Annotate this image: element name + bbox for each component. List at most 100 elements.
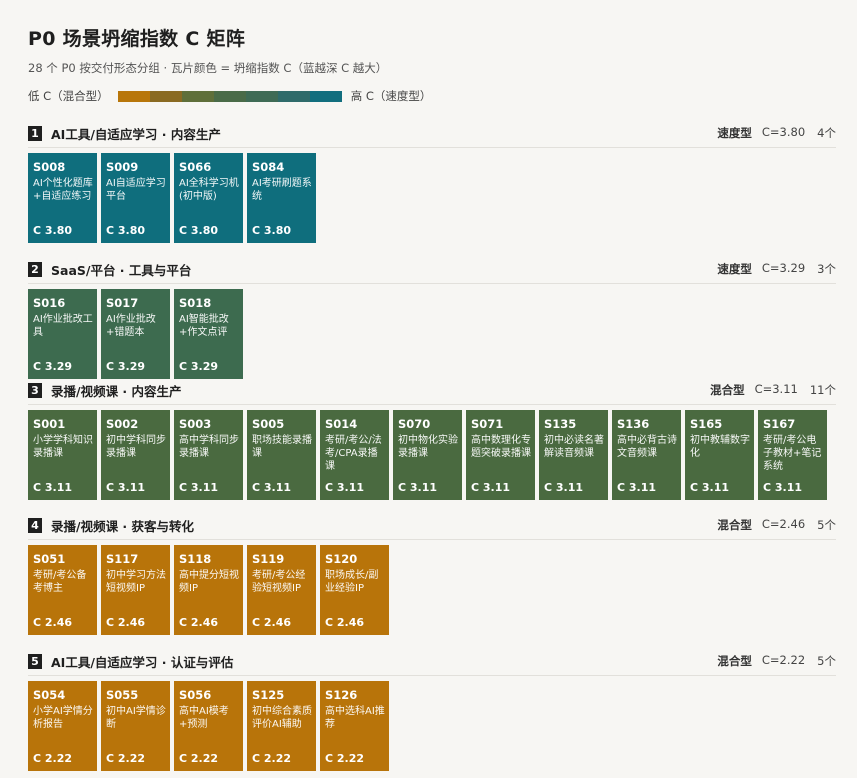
tile-c-value: C 3.11: [690, 481, 730, 494]
tile-id: S165: [690, 417, 723, 431]
tile-id: S136: [617, 417, 650, 431]
tile-id: S003: [179, 417, 212, 431]
legend-swatch: [277, 90, 310, 102]
tile-id: S120: [325, 552, 358, 566]
group-type-label: 速度型: [717, 126, 752, 140]
scenario-tile: S120 职场成长/副业经验IP C 2.46: [320, 545, 389, 635]
scenario-tile: S008 AI个性化题库+自适应练习 C 3.80: [28, 153, 97, 243]
tile-id: S119: [252, 552, 285, 566]
scenario-tile: S070 初中物化实验录播课 C 3.11: [393, 410, 462, 500]
group-count: 5个: [817, 518, 836, 532]
tile-id: S016: [33, 296, 66, 310]
tile-c-value: C 3.11: [33, 481, 73, 494]
tile-name: 小学AI学情分析报告: [33, 706, 93, 730]
tile-name: 高中数理化专题突破录播课: [471, 435, 531, 459]
scenario-tile: S054 小学AI学情分析报告 C 2.22: [28, 681, 97, 771]
tile-id: S126: [325, 688, 358, 702]
tile-c-value: C 3.11: [763, 481, 803, 494]
group-title: AI工具/自适应学习 · 内容生产: [51, 126, 221, 142]
tile-name: 职场成长/副业经验IP: [325, 570, 379, 594]
tile-c-value: C 3.29: [106, 360, 146, 373]
tile-name: 初中综合素质评价AI辅助: [252, 706, 312, 730]
tile-name: 高中选科AI推荐: [325, 706, 385, 730]
tile-name: AI智能批改+作文点评: [179, 314, 229, 338]
tile-id: S167: [763, 417, 796, 431]
matrix-page: P0 场景坍缩指数 C 矩阵 28 个 P0 按交付形态分组 · 瓦片颜色 = …: [28, 26, 836, 105]
group-title: SaaS/平台 · 工具与平台: [51, 262, 192, 278]
tile-c-value: C 2.46: [33, 616, 73, 629]
tile-id: S005: [252, 417, 285, 431]
scenario-tile: S071 高中数理化专题突破录播课 C 3.11: [466, 410, 535, 500]
group-c-value: C=3.80: [761, 125, 806, 139]
tile-group: 1 AI工具/自适应学习 · 内容生产 速度型 C=3.80 4个 S008 AI个性化题库…: [28, 123, 836, 243]
legend-high-label: 高 C（速度型）: [350, 89, 432, 103]
legend-low-label: 低 C（混合型）: [28, 89, 109, 103]
group-title: AI工具/自适应学习 · 认证与评估: [51, 654, 234, 670]
tile-id: S018: [179, 296, 212, 310]
scenario-tile: S055 初中AI学情诊断 C 2.22: [101, 681, 170, 771]
tile-id: S117: [106, 552, 139, 566]
group-type-label: 混合型: [717, 654, 752, 668]
scenario-tile: S014 考研/考公/法考/CPA录播课 C 3.11: [320, 410, 389, 500]
tile-id: S071: [471, 417, 504, 431]
tile-name: 初中学科同步录播课: [106, 435, 166, 459]
tile-c-value: C 3.29: [179, 360, 219, 373]
tile-id: S008: [33, 160, 66, 174]
tile-group: 2 SaaS/平台 · 工具与平台 速度型 C=3.29 3个 S016 AI作业批改工具 C…: [28, 259, 836, 379]
tile-id: S051: [33, 552, 66, 566]
group-c-value: C=2.46: [761, 517, 806, 531]
tile-id: S125: [252, 688, 285, 702]
group-number-badge: 1: [28, 125, 42, 141]
group-type-label: 混合型: [710, 383, 745, 397]
tile-name: 初中必读名著解读音频课: [544, 435, 604, 459]
scenario-tile: S009 AI自适应学习平台 C 3.80: [101, 153, 170, 243]
group-header: 5 AI工具/自适应学习 · 认证与评估 混合型 C=2.22 5个: [28, 651, 836, 671]
tile-id: S118: [179, 552, 212, 566]
tile-id: S002: [106, 417, 139, 431]
tile-c-value: C 3.11: [106, 481, 146, 494]
tile-id: S066: [179, 160, 212, 174]
group-count: 3个: [817, 262, 836, 276]
group-type-label: 速度型: [717, 262, 752, 276]
tile-id: S001: [33, 417, 66, 431]
scenario-tile: S167 考研/考公电子教材+笔记系统 C 3.11: [758, 410, 827, 500]
scenario-tile: S136 高中必背古诗文音频课 C 3.11: [612, 410, 681, 500]
tile-name: 初中学习方法短视频IP: [106, 570, 166, 594]
tile-c-value: C 3.80: [252, 224, 292, 237]
tile-c-value: C 2.22: [33, 752, 73, 765]
legend-swatch: [309, 90, 342, 102]
tile-c-value: C 2.46: [106, 616, 146, 629]
tile-id: S014: [325, 417, 358, 431]
tile-row: S008 AI个性化题库+自适应练习 C 3.80 S009 AI自适应学习平台 C 3.…: [28, 153, 836, 243]
group-meta: 速度型 C=3.80 4个: [717, 125, 836, 141]
tile-row: S051 考研/考公备考博主 C 2.46 S117 初中学习方法短视频IP C 2.46…: [28, 545, 836, 635]
group-meta: 速度型 C=3.29 3个: [717, 261, 836, 277]
tile-group: 4 录播/视频课 · 获客与转化 混合型 C=2.46 5个 S051 考研/考公备考博主 C…: [28, 515, 836, 635]
tile-c-value: C 3.11: [325, 481, 365, 494]
tile-group: 5 AI工具/自适应学习 · 认证与评估 混合型 C=2.22 5个 S054 小学AI学情…: [28, 651, 836, 771]
tile-c-value: C 2.46: [252, 616, 292, 629]
group-header: 2 SaaS/平台 · 工具与平台 速度型 C=3.29 3个: [28, 259, 836, 279]
tile-name: AI全科学习机(初中版): [179, 178, 239, 202]
legend-swatch: [213, 90, 246, 102]
group-number-badge: 5: [28, 653, 42, 669]
group-number-badge: 3: [28, 382, 42, 398]
tile-name: 高中提分短视频IP: [179, 570, 239, 594]
tile-c-value: C 3.80: [33, 224, 73, 237]
tile-id: S084: [252, 160, 285, 174]
tile-name: AI自适应学习平台: [106, 178, 166, 202]
group-divider: [28, 147, 836, 148]
tile-c-value: C 2.46: [325, 616, 365, 629]
tile-id: S135: [544, 417, 577, 431]
tile-row: S016 AI作业批改工具 C 3.29 S017 AI作业批改+错题本 C 3.29 S0…: [28, 289, 836, 379]
tile-c-value: C 2.22: [252, 752, 292, 765]
group-c-value: C=3.11: [754, 382, 798, 396]
group-number-badge: 4: [28, 517, 42, 533]
scenario-tile: S001 小学学科知识录播课 C 3.11: [28, 410, 97, 500]
group-header: 4 录播/视频课 · 获客与转化 混合型 C=2.46 5个: [28, 515, 836, 535]
group-header: 1 AI工具/自适应学习 · 内容生产 速度型 C=3.80 4个: [28, 123, 836, 143]
group-divider: [28, 283, 836, 284]
group-c-value: C=3.29: [761, 261, 806, 275]
scenario-tile: S002 初中学科同步录播课 C 3.11: [101, 410, 170, 500]
tile-name: AI作业批改+错题本: [106, 314, 156, 338]
